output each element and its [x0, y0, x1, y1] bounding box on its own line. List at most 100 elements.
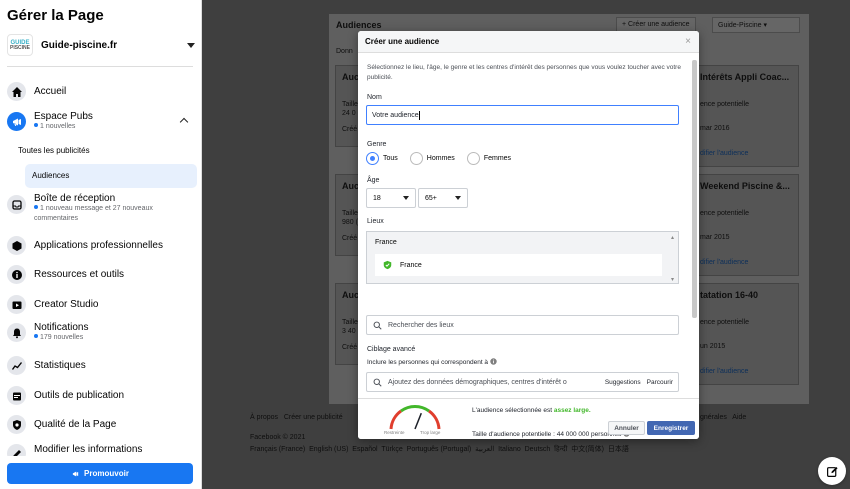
sidebar-item-label: Outils de publication: [34, 390, 125, 401]
sidebar-item-creator-studio[interactable]: Creator Studio: [7, 295, 197, 314]
home-icon: [7, 82, 26, 101]
edit-icon: [826, 466, 838, 477]
sidebar-item-label: Boîte de réception: [34, 193, 116, 204]
advanced-targeting-label: Ciblage avancé: [367, 346, 416, 353]
sidebar-item-badge: 179 nouvelles: [34, 333, 88, 343]
include-label: Inclure les personnes qui correspondent …: [367, 358, 497, 366]
sidebar-item-apps[interactable]: Applications professionnelles: [7, 236, 197, 255]
gender-option-label: Femmes: [483, 155, 512, 162]
age-label: Âge: [367, 177, 380, 184]
sidebar-item-stats[interactable]: Statistiques: [7, 356, 197, 375]
pencil-icon: [7, 444, 26, 456]
locations-label: Lieux: [367, 218, 384, 225]
location-search-input[interactable]: Rechercher des lieux: [366, 315, 679, 335]
age-min-select[interactable]: 18: [366, 188, 416, 208]
sidebar-item-label: Applications professionnelles: [34, 240, 163, 251]
promote-button[interactable]: Promouvoir: [7, 463, 193, 484]
sidebar-item-label: Espace Pubs: [34, 111, 93, 122]
dialog-scrollbar[interactable]: [692, 60, 697, 318]
gender-radio-group: Tous Hommes Femmes: [366, 152, 511, 165]
chevron-down-icon: [455, 196, 461, 200]
save-button[interactable]: Enregistrer: [647, 421, 695, 435]
scroll-up-icon[interactable]: ▴: [671, 234, 674, 241]
sidebar: Gérer la Page GUIDE PISCINE Guide-piscin…: [0, 0, 202, 489]
sidebar-item-resources[interactable]: Ressources et outils: [7, 265, 197, 284]
sidebar-item-inbox[interactable]: Boîte de réception 1 nouveau message et …: [7, 193, 197, 224]
dialog-intro: Sélectionnez le lieu, l'âge, le genre et…: [367, 64, 681, 81]
interest-search-placeholder: Ajoutez des données démographiques, cent…: [388, 378, 567, 386]
chevron-down-icon: [187, 42, 195, 48]
avatar-text-2: PISCINE: [9, 44, 30, 51]
calendar-icon: [7, 386, 26, 405]
page-avatar: GUIDE PISCINE: [7, 34, 33, 56]
sidebar-item-label: Accueil: [34, 86, 67, 97]
location-pin-icon: [383, 260, 392, 270]
sidebar-item-page-quality[interactable]: Qualité de la Page: [7, 415, 197, 434]
gender-radio-women[interactable]: [466, 152, 480, 165]
megaphone-icon: [7, 112, 26, 131]
gauge-high-label: Trop large: [420, 430, 441, 435]
inbox-icon: [7, 195, 26, 214]
sidebar-title: Gérer la Page: [7, 7, 104, 24]
search-icon: [373, 321, 382, 330]
sidebar-item-label: Notifications: [34, 322, 89, 333]
gender-label: Genre: [367, 141, 387, 148]
chart-line-icon: [7, 356, 26, 375]
sidebar-item-espace-pubs[interactable]: Espace Pubs 1 nouvelles: [7, 111, 197, 132]
shield-icon: [7, 415, 26, 434]
gauge-needle: [414, 412, 422, 430]
audience-size-text: Taille d'audience potentielle : 44 000 0…: [472, 430, 630, 438]
location-search-placeholder: Rechercher des lieux: [388, 321, 454, 329]
suggestions-link[interactable]: Suggestions: [605, 379, 641, 386]
info-icon: [7, 265, 26, 284]
interest-search-input[interactable]: Ajoutez des données démographiques, cent…: [366, 372, 679, 392]
megaphone-icon: [72, 471, 79, 476]
cancel-button[interactable]: Annuler: [608, 421, 645, 435]
sidebar-item-badge: 1 nouvelles: [34, 122, 93, 132]
promote-label: Promouvoir: [84, 469, 129, 478]
sidebar-item-badge: 1 nouveau message et 27 nouveaux comment…: [34, 205, 153, 222]
sublink-audiences[interactable]: Audiences: [32, 171, 69, 180]
search-icon: [373, 378, 382, 387]
gender-option-label: Hommes: [426, 155, 455, 162]
sidebar-item-label: Statistiques: [34, 360, 86, 371]
sublink-all-ads[interactable]: Toutes les publicités: [18, 146, 90, 155]
bell-icon: [7, 323, 26, 342]
dialog-title: Créer une audience: [358, 31, 699, 53]
audience-name-input[interactable]: Votre audience: [366, 105, 679, 125]
audience-quality-text: L'audience sélectionnée est assez large.: [472, 407, 591, 414]
creator-studio-icon: [7, 295, 26, 314]
divider: [7, 66, 193, 67]
sidebar-item-edit-info[interactable]: Modifier les informations: [7, 444, 197, 456]
create-audience-dialog: Créer une audience × Sélectionnez le lie…: [358, 31, 699, 439]
gender-option-label: Tous: [383, 155, 398, 162]
compose-button[interactable]: [818, 457, 846, 485]
scroll-down-icon[interactable]: ▾: [671, 276, 674, 283]
sidebar-item-notifications[interactable]: Notifications 179 nouvelles: [7, 322, 197, 343]
sidebar-item-label: Creator Studio: [34, 299, 99, 310]
info-icon[interactable]: [490, 358, 497, 365]
sidebar-item-label: Ressources et outils: [34, 269, 125, 280]
location-item-label: France: [400, 261, 422, 269]
audience-name-value: Votre audience: [372, 111, 419, 119]
gender-radio-men[interactable]: [409, 152, 423, 165]
gender-radio-all[interactable]: [366, 152, 379, 165]
chevron-up-icon[interactable]: [179, 117, 189, 127]
audience-quality-value: assez large.: [553, 407, 591, 414]
age-max-select[interactable]: 65+: [418, 188, 468, 208]
location-group-label: France: [375, 239, 397, 246]
sidebar-item-accueil[interactable]: Accueil: [7, 82, 197, 101]
age-min-value: 18: [373, 194, 381, 202]
age-max-value: 65+: [425, 194, 437, 202]
sidebar-item-publishing-tools[interactable]: Outils de publication: [7, 386, 197, 405]
sidebar-item-label: Qualité de la Page: [34, 419, 117, 430]
sidebar-item-label: Modifier les informations: [34, 444, 143, 455]
page-name: Guide-piscine.fr: [41, 39, 118, 51]
dialog-body: Sélectionnez le lieu, l'âge, le genre et…: [358, 54, 699, 398]
page-selector[interactable]: GUIDE PISCINE Guide-piscine.fr: [7, 33, 195, 57]
browse-link[interactable]: Parcourir: [647, 379, 673, 386]
locations-list: France France ▴ ▾: [366, 231, 679, 284]
chevron-down-icon: [403, 196, 409, 200]
close-icon[interactable]: ×: [685, 36, 691, 47]
location-item[interactable]: France: [375, 254, 662, 276]
